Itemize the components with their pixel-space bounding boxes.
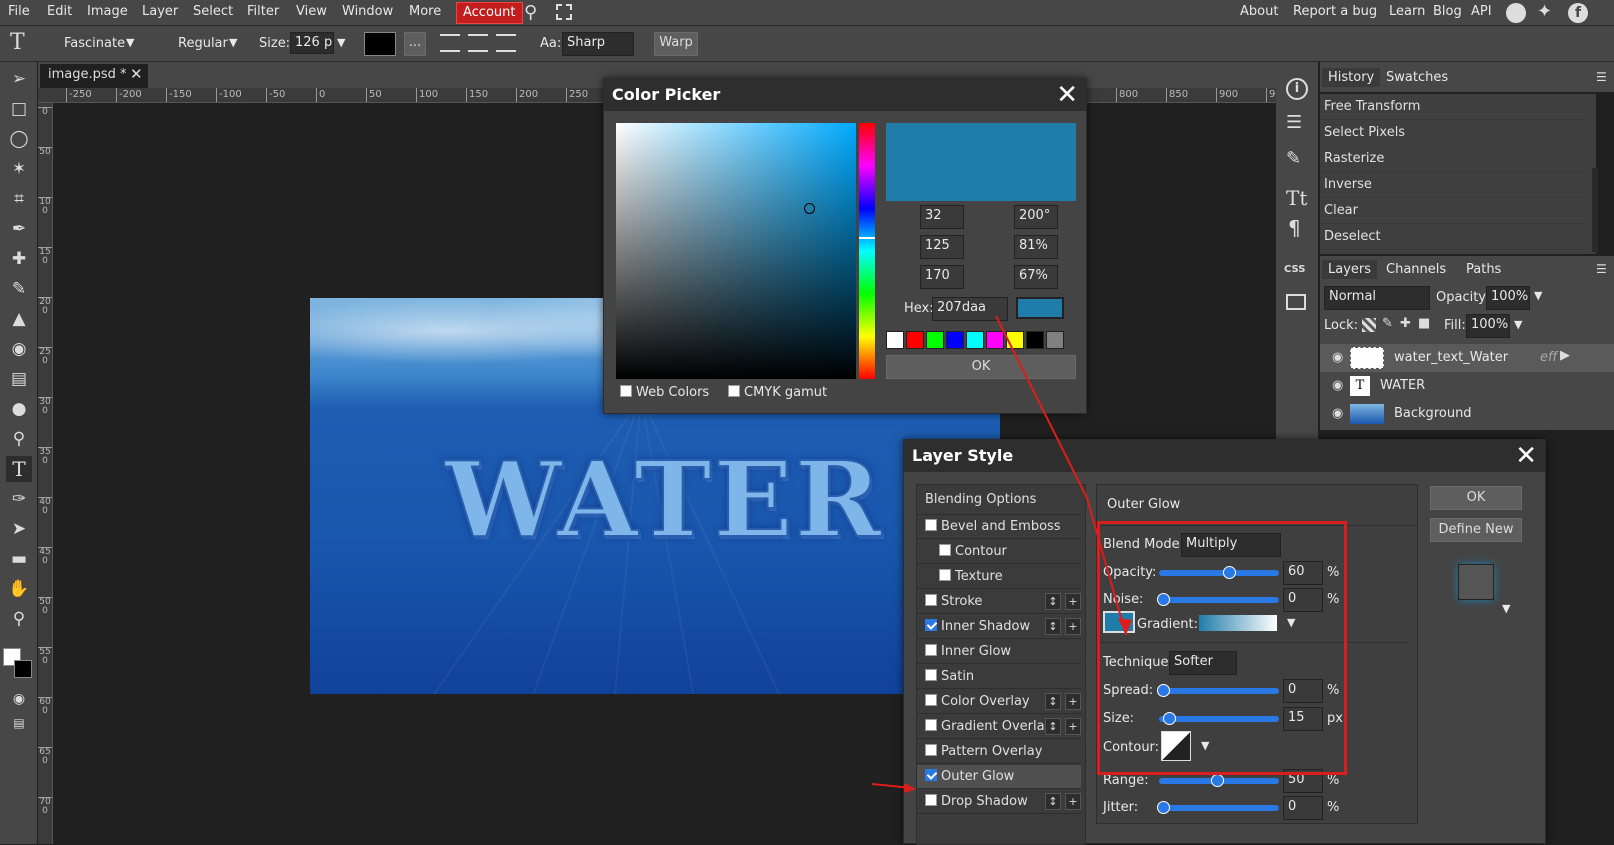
- annotation-arrowhead: [904, 783, 916, 793]
- annotation-arrows: [871, 315, 1132, 793]
- annotation-arrow-line: [995, 315, 1088, 499]
- annotation-arrowhead: [1118, 618, 1132, 635]
- annotation-arrow-line: [1086, 497, 1127, 636]
